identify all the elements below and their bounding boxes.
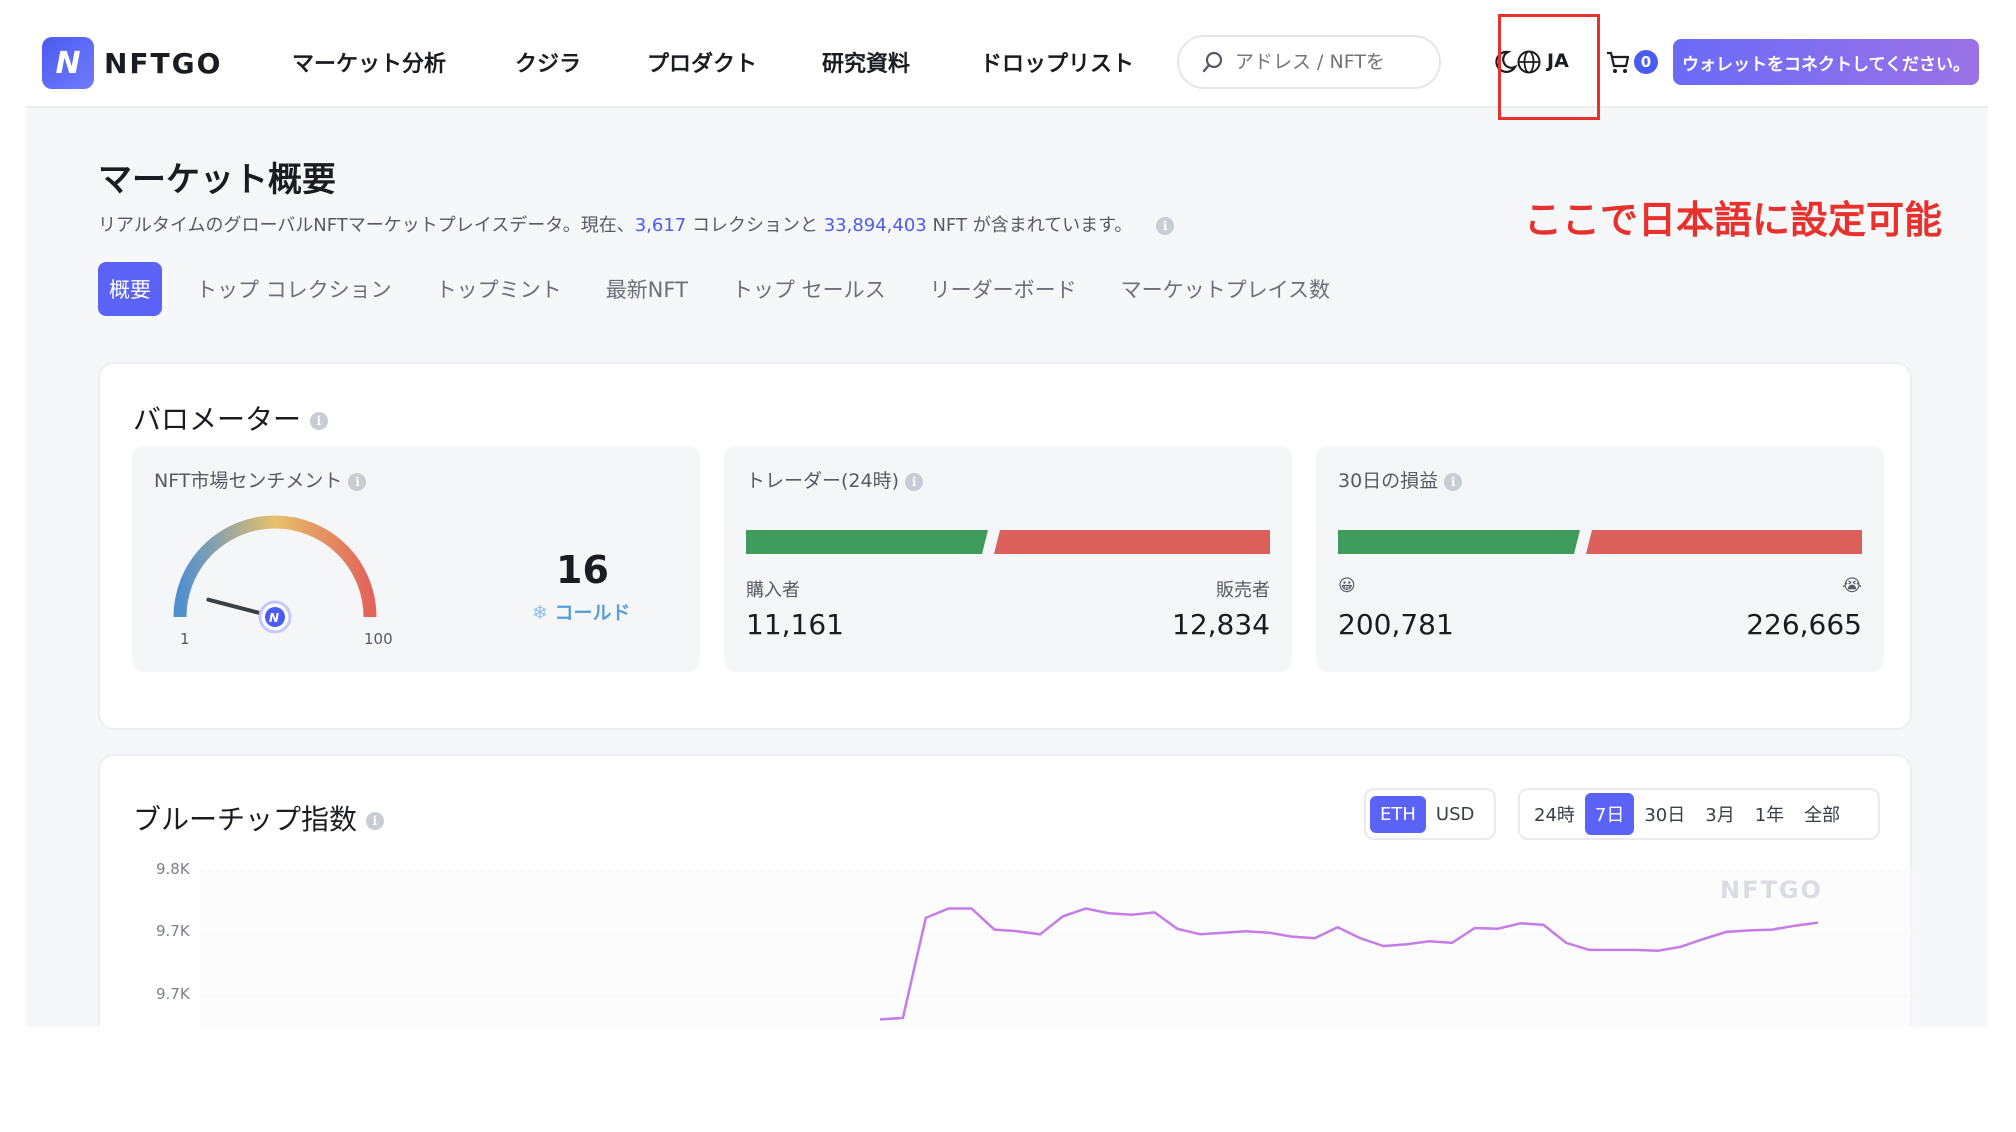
tab-bar: 概要 トップ コレクション トップミント 最新NFT トップ セールス リーダー… [98, 262, 1374, 316]
collections-count[interactable]: 3,617 [635, 215, 687, 236]
chart-watermark: NFTGO [1720, 876, 1823, 904]
sentiment-panel: NFT市場センチメント i N 1 100 16 ❄ コールド [132, 446, 700, 672]
nft-count[interactable]: 33,894,403 [824, 215, 927, 236]
y-tick-label: 9.7K [156, 985, 190, 1003]
subtitle-suffix: NFT が含まれています。 [926, 215, 1133, 236]
range-7d-button[interactable]: 7日 [1584, 793, 1635, 835]
connect-wallet-button[interactable]: ウォレットをコネクトしてください。 [1673, 39, 1979, 85]
traders-title-text: トレーダー(24時) [746, 470, 900, 492]
pnl-panel: 30日の損益 i 😀 😭 200,781 226,665 [1316, 446, 1884, 672]
y-tick-label: 9.7K [156, 922, 190, 940]
tab-overview[interactable]: 概要 [98, 262, 162, 316]
info-icon[interactable]: i [1156, 217, 1175, 235]
barometer-title: バロメーター i [133, 398, 328, 438]
search-box[interactable] [1177, 35, 1441, 89]
info-icon[interactable]: i [1444, 472, 1463, 491]
bluechip-title-text: ブルーチップ指数 [133, 803, 358, 836]
annotation-highlight-box [1498, 14, 1600, 120]
loss-bar [1586, 530, 1862, 554]
sentiment-title: NFT市場センチメント i [154, 466, 367, 493]
loss-value: 226,665 [1746, 608, 1862, 641]
info-icon[interactable]: i [348, 472, 367, 491]
snowflake-icon: ❄ [532, 602, 548, 624]
nftgo-logo-icon: N [42, 37, 94, 89]
smile-emoji-icon: 😀 [1338, 576, 1356, 596]
sellers-bar [994, 530, 1270, 554]
range-1y-button[interactable]: 1年 [1745, 793, 1794, 835]
y-tick-label: 9.8K [156, 860, 190, 878]
nav-whales[interactable]: クジラ [515, 46, 581, 78]
cart-count-badge: 0 [1634, 50, 1658, 74]
time-range-toggle: 24時 7日 30日 3月 1年 全部 [1518, 788, 1880, 840]
subtitle-prefix: リアルタイムのグローバルNFTマーケットプレイスデータ。現在、 [98, 215, 635, 236]
barometer-title-text: バロメーター [133, 403, 302, 436]
search-icon [1202, 51, 1223, 73]
search-input[interactable] [1233, 50, 1407, 74]
sentiment-label-text: コールド [554, 602, 631, 624]
sellers-value: 12,834 [1172, 608, 1270, 641]
sentiment-label: ❄ コールド [532, 598, 631, 625]
traders-title: トレーダー(24時) i [746, 466, 924, 493]
nav-products[interactable]: プロダクト [647, 46, 757, 78]
sentiment-title-text: NFT市場センチメント [154, 470, 343, 492]
bluechip-title: ブルーチップ指数 i [133, 798, 384, 838]
range-3m-button[interactable]: 3月 [1695, 793, 1744, 835]
gauge-max-label: 100 [364, 630, 393, 648]
tab-leaderboard[interactable]: リーダーボード [930, 274, 1077, 304]
logo-text: NFTGO [104, 46, 223, 80]
nav-drop-list[interactable]: ドロップリスト [980, 46, 1134, 78]
range-24h-button[interactable]: 24時 [1524, 793, 1585, 835]
currency-usd-button[interactable]: USD [1426, 796, 1484, 833]
annotation-callout: ここで日本語に設定可能 [1524, 198, 1943, 242]
sellers-label: 販売者 [1216, 580, 1270, 601]
crying-emoji-icon: 😭 [1842, 576, 1862, 596]
tab-marketplaces[interactable]: マーケットプレイス数 [1121, 274, 1330, 304]
currency-toggle: ETH USD [1364, 788, 1496, 840]
tab-latest-nft[interactable]: 最新NFT [606, 274, 688, 304]
currency-eth-button[interactable]: ETH [1370, 795, 1426, 833]
sentiment-value: 16 [556, 548, 609, 592]
info-icon[interactable]: i [309, 412, 328, 430]
profit-bar [1338, 530, 1580, 554]
traders-panel: トレーダー(24時) i 購入者 販売者 11,161 12,834 [724, 446, 1292, 672]
buyers-value: 11,161 [746, 608, 844, 641]
buyers-bar [746, 530, 988, 554]
svg-text:N: N [269, 611, 279, 625]
gauge-min-label: 1 [180, 630, 190, 648]
subtitle-mid: コレクションと [686, 215, 824, 236]
logo[interactable]: N NFTGO [42, 37, 222, 89]
nav-market-analysis[interactable]: マーケット分析 [292, 46, 446, 78]
range-30d-button[interactable]: 30日 [1634, 793, 1695, 835]
info-icon[interactable]: i [365, 812, 384, 830]
tab-top-collections[interactable]: トップ コレクション [196, 274, 392, 304]
bluechip-index-chart: NFTGO [200, 868, 1916, 1027]
app-frame: N NFTGO マーケット分析 クジラ プロダクト 研究資料 ドロップリスト J… [26, 0, 1988, 1027]
cart-icon[interactable] [1604, 48, 1632, 76]
tab-top-mints[interactable]: トップミント [436, 274, 562, 304]
pnl-title: 30日の損益 i [1338, 466, 1463, 493]
page-title: マーケット概要 [98, 160, 336, 200]
tab-top-sales[interactable]: トップ セールス [732, 274, 886, 304]
buyers-label: 購入者 [746, 580, 800, 601]
info-icon[interactable]: i [905, 472, 924, 491]
range-all-button[interactable]: 全部 [1794, 793, 1850, 835]
page-subtitle: リアルタイムのグローバルNFTマーケットプレイスデータ。現在、3,617 コレク… [98, 211, 1175, 237]
pnl-title-text: 30日の損益 [1338, 470, 1439, 492]
top-navigation-bar: N NFTGO マーケット分析 クジラ プロダクト 研究資料 ドロップリスト J… [26, 0, 1988, 108]
profit-value: 200,781 [1338, 608, 1454, 641]
nav-research[interactable]: 研究資料 [822, 46, 910, 78]
